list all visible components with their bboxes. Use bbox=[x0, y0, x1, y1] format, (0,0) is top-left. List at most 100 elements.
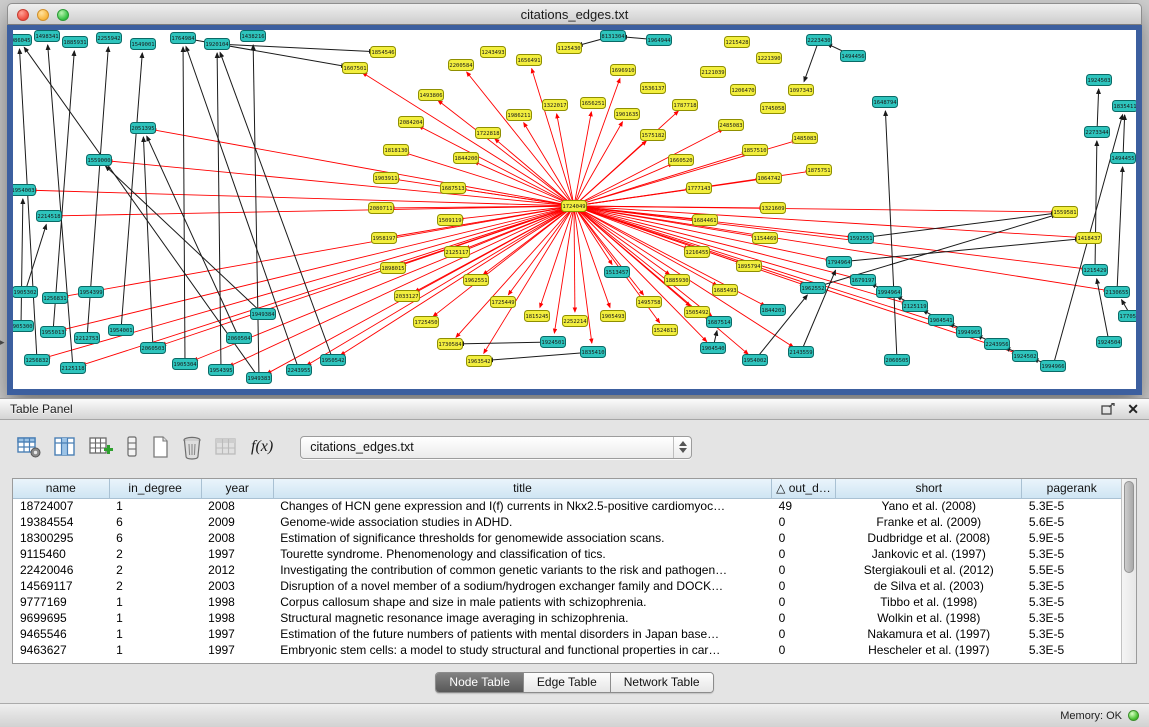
graph-edge[interactable] bbox=[574, 206, 1056, 212]
graph-edge[interactable] bbox=[363, 73, 574, 206]
table-row[interactable]: 1938455462009Genome-wide association stu… bbox=[13, 514, 1121, 530]
column-header-5[interactable]: short bbox=[836, 479, 1022, 498]
graph-edge[interactable] bbox=[20, 49, 37, 360]
graph-edge[interactable] bbox=[1117, 167, 1123, 292]
table-cell[interactable]: 9777169 bbox=[13, 594, 109, 610]
graph-node[interactable]: 2200584 bbox=[449, 60, 474, 71]
graph-node[interactable]: 1524813 bbox=[653, 325, 678, 336]
graph-node[interactable]: 1904541 bbox=[929, 315, 954, 326]
graph-node[interactable]: 1994965 bbox=[957, 327, 982, 338]
table-cell[interactable]: 2 bbox=[109, 578, 201, 594]
graph-node[interactable]: 1994966 bbox=[1041, 361, 1066, 372]
graph-node[interactable]: 1549001 bbox=[131, 39, 156, 50]
table-row[interactable]: 911546021997Tourette syndrome. Phenomeno… bbox=[13, 546, 1121, 562]
table-cell[interactable]: 2 bbox=[109, 546, 201, 562]
graph-node[interactable]: 2084204 bbox=[399, 117, 424, 128]
graph-node[interactable]: 1505492 bbox=[685, 307, 710, 318]
minimize-window-button[interactable] bbox=[37, 9, 49, 21]
graph-node[interactable]: 1687513 bbox=[441, 183, 466, 194]
graph-node[interactable]: 1764984 bbox=[171, 33, 196, 44]
table-cell[interactable]: 1 bbox=[109, 642, 201, 658]
table-cell[interactable]: 9115460 bbox=[13, 546, 109, 562]
graph-edge[interactable] bbox=[183, 47, 185, 364]
table-cell[interactable]: 19384554 bbox=[13, 514, 109, 530]
graph-node[interactable]: 1438216 bbox=[241, 31, 266, 42]
table-cell[interactable]: 0 bbox=[772, 546, 836, 562]
graph-node[interactable]: 1216455 bbox=[685, 247, 710, 258]
table-cell[interactable]: 2009 bbox=[201, 514, 273, 530]
graph-edge[interactable] bbox=[186, 46, 299, 370]
graph-node[interactable]: 1256831 bbox=[43, 293, 68, 304]
table-cell[interactable]: Embryonic stem cells: a model to study s… bbox=[273, 642, 771, 658]
graph-node[interactable]: 1954399 bbox=[79, 287, 104, 298]
table-cell[interactable]: 22420046 bbox=[13, 562, 109, 578]
table-cell[interactable]: 2012 bbox=[201, 562, 273, 578]
table-row[interactable]: 969969511998Structural magnetic resonanc… bbox=[13, 610, 1121, 626]
table-cell[interactable]: 5.3E-5 bbox=[1022, 578, 1121, 594]
column-header-4[interactable]: △ out_de... bbox=[772, 479, 836, 498]
graph-node[interactable]: 1536137 bbox=[641, 83, 666, 94]
graph-edge[interactable] bbox=[25, 225, 46, 292]
graph-node[interactable]: 1924503 bbox=[1087, 75, 1112, 86]
new-column-button[interactable] bbox=[88, 433, 114, 461]
table-cell[interactable]: Tibbo et al. (1998) bbox=[836, 594, 1022, 610]
graph-node[interactable]: 1685493 bbox=[713, 285, 738, 296]
graph-node[interactable]: 1559000 bbox=[87, 155, 112, 166]
table-cell[interactable]: 18724007 bbox=[13, 498, 109, 514]
table-scrollbar[interactable] bbox=[1121, 479, 1136, 663]
table-cell[interactable]: Dudbridge et al. (2008) bbox=[836, 530, 1022, 546]
graph-node[interactable]: 1321609 bbox=[761, 203, 786, 214]
graph-edge[interactable] bbox=[574, 111, 678, 206]
table-row[interactable]: 946362711997Embryonic stem cells: a mode… bbox=[13, 642, 1121, 658]
graph-node[interactable]: 1725450 bbox=[414, 317, 439, 328]
table-cell[interactable]: 5.9E-5 bbox=[1022, 530, 1121, 546]
graph-edge[interactable] bbox=[839, 239, 1080, 262]
graph-node[interactable]: 1724049 bbox=[562, 201, 587, 212]
table-row[interactable]: 1872400712008Changes of HCN gene express… bbox=[13, 498, 1121, 514]
graph-node[interactable]: 1770554 bbox=[1119, 311, 1137, 322]
graph-node[interactable]: 2485083 bbox=[719, 120, 744, 131]
table-cell[interactable]: 14569117 bbox=[13, 578, 109, 594]
graph-edge[interactable] bbox=[885, 111, 897, 360]
table-row[interactable]: 1830029562008Estimation of significance … bbox=[13, 530, 1121, 546]
graph-node[interactable]: 1495758 bbox=[637, 297, 662, 308]
graph-node[interactable]: 1920104 bbox=[205, 39, 230, 50]
graph-node[interactable]: 1607501 bbox=[343, 63, 368, 74]
graph-node[interactable]: 1592551 bbox=[849, 233, 874, 244]
graph-node[interactable]: 2130655 bbox=[1105, 287, 1130, 298]
graph-node[interactable]: 1963542 bbox=[467, 356, 492, 367]
graph-edge[interactable] bbox=[574, 206, 707, 342]
graph-node[interactable]: 1696910 bbox=[611, 65, 636, 76]
graph-node[interactable]: 2243956 bbox=[985, 339, 1010, 350]
table-cell[interactable]: de Silva et al. (2003) bbox=[836, 578, 1022, 594]
graph-node[interactable]: 1857510 bbox=[743, 145, 768, 156]
graph-edge[interactable] bbox=[574, 164, 673, 206]
graph-node[interactable]: 2033127 bbox=[395, 291, 420, 302]
graph-node[interactable]: 1648794 bbox=[873, 97, 898, 108]
table-cell[interactable]: Jankovic et al. (1997) bbox=[836, 546, 1022, 562]
table-cell[interactable]: 1 bbox=[109, 594, 201, 610]
graph-edge[interactable] bbox=[21, 199, 23, 326]
graph-node[interactable]: 1954395 bbox=[209, 365, 234, 376]
table-cell[interactable]: Franke et al. (2009) bbox=[836, 514, 1022, 530]
graph-edge[interactable] bbox=[574, 206, 906, 303]
graph-node[interactable]: 1904540 bbox=[701, 343, 726, 354]
graph-edge[interactable] bbox=[62, 206, 574, 330]
graph-node[interactable]: 2255942 bbox=[97, 33, 122, 44]
graph-node[interactable]: 1818130 bbox=[384, 145, 409, 156]
table-cell[interactable]: 5.6E-5 bbox=[1022, 514, 1121, 530]
graph-node[interactable]: 1954001 bbox=[109, 325, 134, 336]
graph-node[interactable]: 1962552 bbox=[801, 283, 826, 294]
close-window-button[interactable] bbox=[17, 9, 29, 21]
graph-node[interactable]: 1125430 bbox=[557, 43, 582, 54]
graph-node[interactable]: 2080711 bbox=[369, 203, 394, 214]
table-row[interactable]: 1456911722003Disruption of a novel membe… bbox=[13, 578, 1121, 594]
graph-node[interactable]: 2243955 bbox=[287, 365, 312, 376]
graph-node[interactable]: 1986211 bbox=[507, 110, 532, 121]
graph-node[interactable]: 1954002 bbox=[743, 355, 768, 366]
table-cell[interactable]: 9463627 bbox=[13, 642, 109, 658]
row-options-button[interactable] bbox=[125, 433, 139, 461]
function-builder-button[interactable]: f(x) bbox=[249, 433, 275, 461]
graph-node[interactable]: 1215428 bbox=[725, 37, 750, 48]
column-header-0[interactable]: name bbox=[13, 479, 109, 498]
